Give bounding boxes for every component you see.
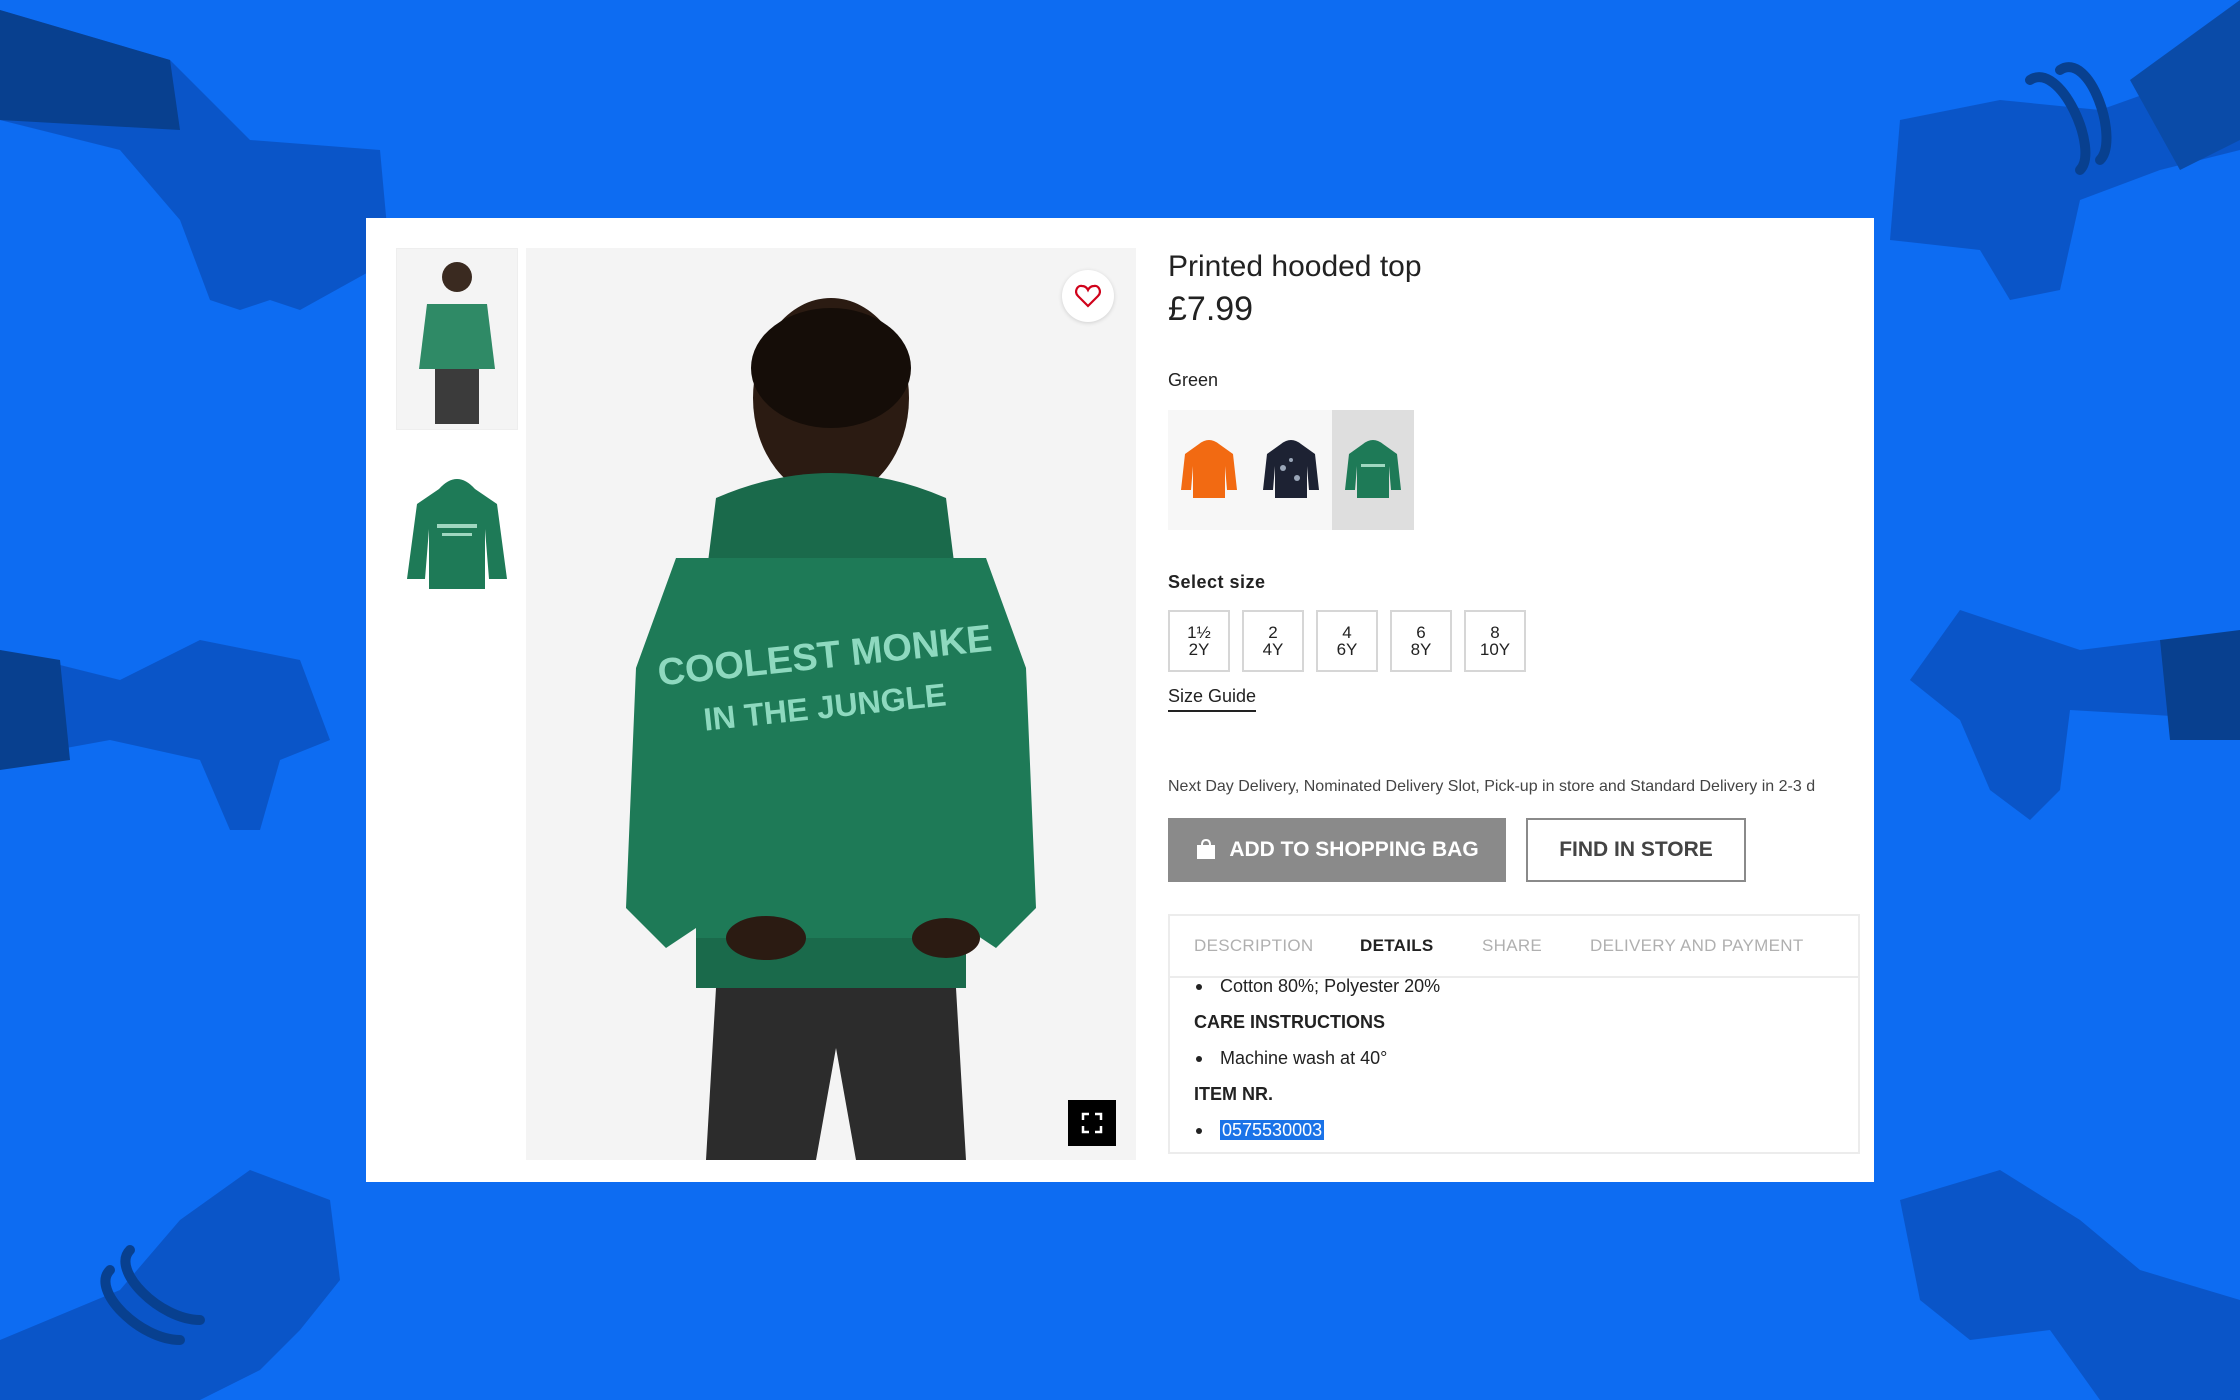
size-age-to: 10Y [1479, 640, 1511, 659]
care-item: Machine wash at 40° [1196, 1048, 1387, 1069]
add-to-bag-button[interactable]: ADD TO SHOPPING BAG [1168, 818, 1506, 882]
delivery-info: Next Day Delivery, Nominated Delivery Sl… [1168, 778, 1816, 795]
size-age-from: 1½ [1187, 623, 1211, 642]
composition-item: Cotton 80%; Polyester 20% [1196, 976, 1440, 997]
care-text: Machine wash at 40° [1220, 1048, 1388, 1068]
size-age-to: 8Y [1410, 640, 1432, 659]
size-option[interactable]: 2 4Y [1242, 610, 1304, 672]
fullscreen-button[interactable] [1068, 1100, 1116, 1146]
size-option[interactable]: 6 8Y [1390, 610, 1452, 672]
select-size-label: Select size [1168, 572, 1266, 592]
swatch-green[interactable] [1332, 410, 1414, 530]
product-page-card: COOLEST MONKE IN THE JUNGLE Printed hood… [366, 218, 1874, 1182]
size-age-to: 2Y [1188, 640, 1210, 659]
thumbnail-model[interactable] [396, 248, 518, 430]
add-to-bag-label: ADD TO SHOPPING BAG [1229, 838, 1479, 861]
product-price: £7.99 [1168, 290, 1254, 328]
swatch-orange[interactable] [1168, 410, 1250, 530]
size-age-from: 6 [1416, 623, 1426, 642]
product-info-panel: Printed hooded top £7.99 Green Select si… [1168, 218, 1868, 1182]
tab-delivery-payment[interactable]: DELIVERY AND PAYMENT [1590, 936, 1804, 956]
orange-hoodie-thumbnail [1181, 440, 1237, 498]
item-number-row: 0575530003 [1196, 1120, 1325, 1141]
swatch-navy[interactable] [1250, 410, 1332, 530]
tab-share[interactable]: SHARE [1482, 936, 1542, 956]
composition-text: Cotton 80%; Polyester 20% [1220, 976, 1441, 996]
size-age-to: 4Y [1262, 640, 1284, 659]
item-number-value[interactable]: 0575530003 [1220, 1120, 1325, 1140]
tab-description[interactable]: DESCRIPTION [1194, 936, 1313, 956]
size-age-to: 6Y [1336, 640, 1358, 659]
size-age-from: 8 [1490, 623, 1500, 642]
navy-hoodie-thumbnail [1263, 440, 1319, 498]
product-title: Printed hooded top [1168, 250, 1422, 283]
size-option[interactable]: 8 10Y [1464, 610, 1526, 672]
green-hoodie-thumbnail [1345, 440, 1401, 498]
favorite-button[interactable] [1062, 270, 1114, 322]
heart-icon [1075, 284, 1101, 308]
model-photo: COOLEST MONKE IN THE JUNGLE [526, 248, 1136, 1160]
tab-details[interactable]: DETAILS [1360, 936, 1434, 956]
details-tabs: DESCRIPTION DETAILS SHARE DELIVERY AND P… [1170, 916, 1858, 978]
thumbs-down-icon [1900, 1170, 2240, 1400]
find-in-store-button[interactable]: FIND IN STORE [1526, 818, 1746, 882]
shopping-bag-icon [1195, 839, 1217, 861]
size-age-from: 4 [1342, 623, 1352, 642]
selected-color-label: Green [1168, 370, 1219, 390]
thumbnail-hoodie[interactable] [396, 458, 518, 640]
care-heading: CARE INSTRUCTIONS [1194, 1012, 1386, 1032]
size-option[interactable]: 1½ 2Y [1168, 610, 1230, 672]
item-number-heading: ITEM NR. [1194, 1084, 1273, 1104]
size-option[interactable]: 4 6Y [1316, 610, 1378, 672]
size-guide-link[interactable]: Size Guide [1168, 686, 1257, 712]
expand-icon [1081, 1112, 1103, 1134]
thumbs-down-icon [0, 1170, 340, 1400]
product-main-image[interactable]: COOLEST MONKE IN THE JUNGLE [526, 248, 1136, 1160]
product-details-box: DESCRIPTION DETAILS SHARE DELIVERY AND P… [1168, 914, 1860, 1154]
size-age-from: 2 [1268, 623, 1278, 642]
